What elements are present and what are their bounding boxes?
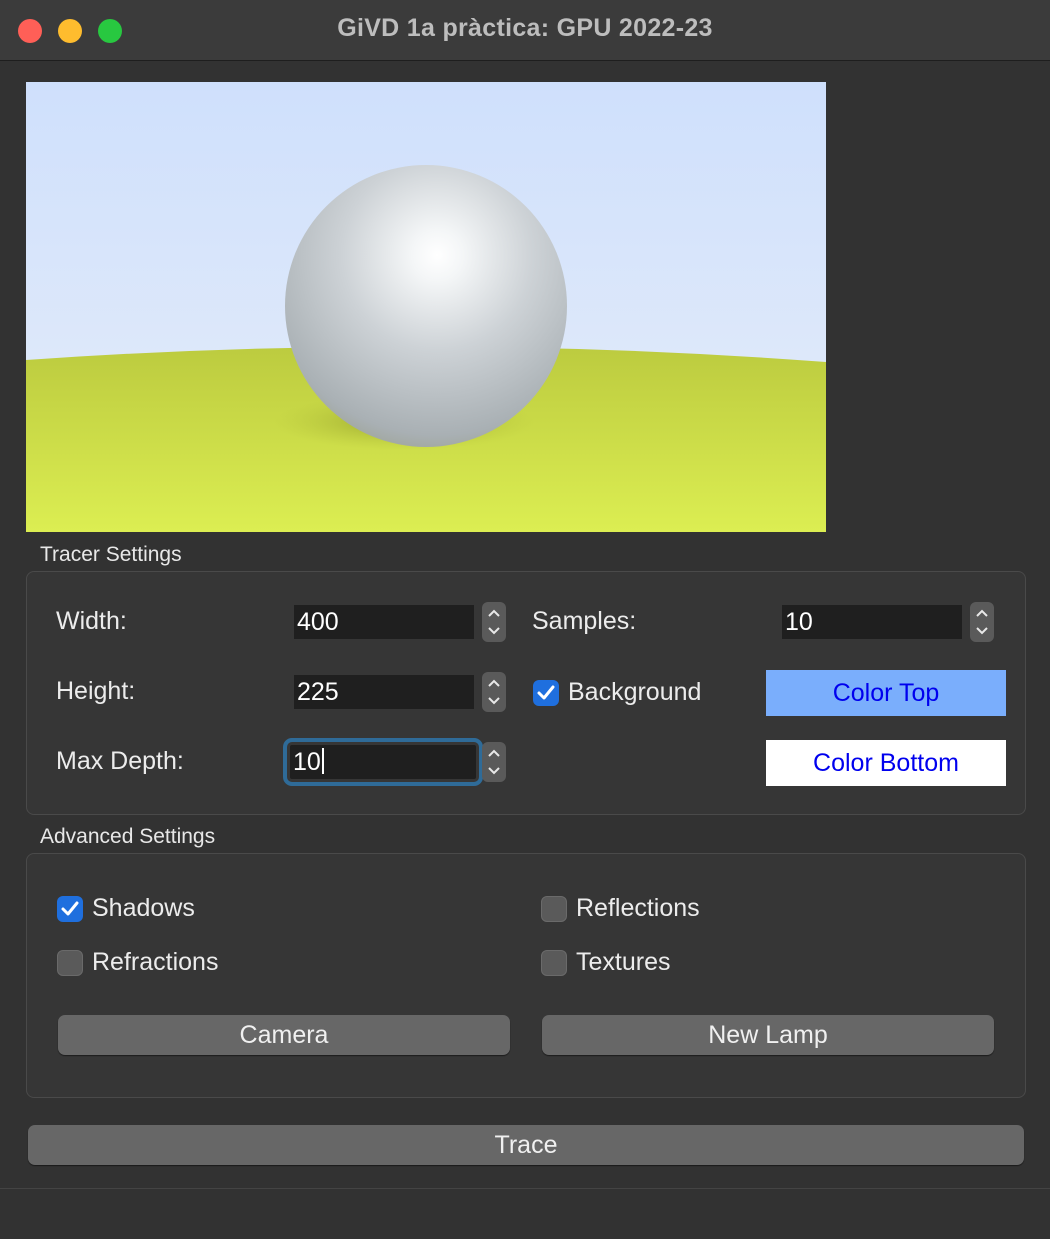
window-title: GiVD 1a pràctica: GPU 2022-23 bbox=[337, 14, 713, 42]
main-window: GiVD 1a pràctica: GPU 2022-23 Tracer Set… bbox=[0, 0, 1050, 1239]
stepper-arrows-icon bbox=[488, 609, 500, 635]
sphere bbox=[285, 165, 567, 447]
max-depth-label: Max Depth: bbox=[56, 747, 184, 775]
height-label: Height: bbox=[56, 677, 136, 705]
shadows-checkbox[interactable] bbox=[57, 896, 83, 922]
render-preview bbox=[26, 82, 826, 532]
checkmark-icon bbox=[61, 901, 79, 916]
color-top-button[interactable]: Color Top bbox=[766, 670, 1006, 716]
camera-button[interactable]: Camera bbox=[58, 1015, 510, 1055]
background-checkbox[interactable] bbox=[533, 680, 559, 706]
background-label: Background bbox=[568, 678, 702, 706]
refractions-label: Refractions bbox=[92, 948, 219, 976]
tracer-settings-title: Tracer Settings bbox=[40, 543, 182, 566]
shadows-label: Shadows bbox=[92, 894, 195, 922]
max-depth-stepper[interactable] bbox=[482, 742, 506, 782]
new-lamp-button[interactable]: New Lamp bbox=[542, 1015, 994, 1055]
refractions-checkbox[interactable] bbox=[57, 950, 83, 976]
max-depth-input[interactable]: 10 bbox=[283, 738, 483, 786]
textures-checkbox[interactable] bbox=[541, 950, 567, 976]
textures-label: Textures bbox=[576, 948, 671, 976]
advanced-settings-title: Advanced Settings bbox=[40, 825, 216, 848]
reflections-label: Reflections bbox=[576, 894, 700, 922]
stepper-arrows-icon bbox=[488, 749, 500, 775]
height-input[interactable]: 225 bbox=[294, 675, 474, 709]
status-bar bbox=[0, 1188, 1050, 1239]
checkmark-icon bbox=[537, 685, 555, 700]
samples-label: Samples: bbox=[532, 607, 637, 635]
stepper-arrows-icon bbox=[488, 679, 500, 705]
reflections-checkbox[interactable] bbox=[541, 896, 567, 922]
trace-button[interactable]: Trace bbox=[28, 1125, 1024, 1165]
max-depth-value: 10 bbox=[293, 748, 321, 776]
width-input[interactable]: 400 bbox=[294, 605, 474, 639]
width-stepper[interactable] bbox=[482, 602, 506, 642]
samples-input[interactable]: 10 bbox=[782, 605, 962, 639]
text-cursor bbox=[321, 748, 324, 774]
color-bottom-button[interactable]: Color Bottom bbox=[766, 740, 1006, 786]
title-bar: GiVD 1a pràctica: GPU 2022-23 bbox=[0, 0, 1050, 61]
stepper-arrows-icon bbox=[976, 609, 988, 635]
samples-stepper[interactable] bbox=[970, 602, 994, 642]
height-stepper[interactable] bbox=[482, 672, 506, 712]
width-label: Width: bbox=[56, 607, 127, 635]
